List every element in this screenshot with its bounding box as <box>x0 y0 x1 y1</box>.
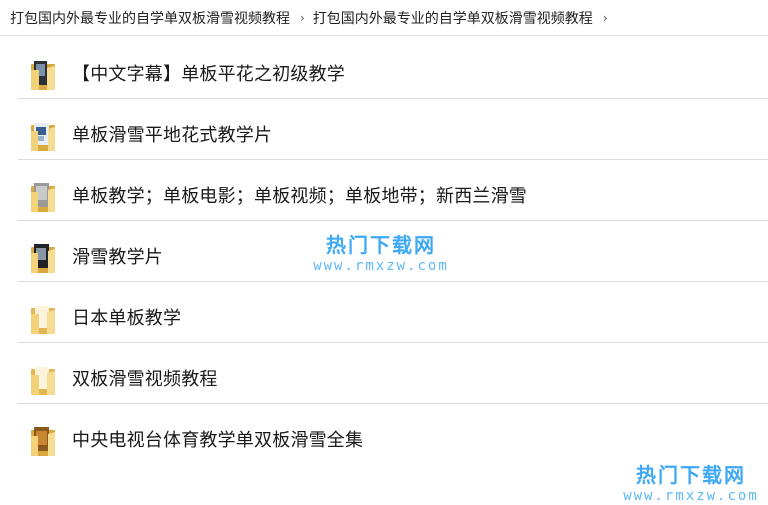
folder-item[interactable]: 滑雪教学片 <box>18 221 768 282</box>
folder-icon <box>31 306 55 334</box>
chevron-right-icon[interactable]: › <box>300 11 305 25</box>
watermark-url: www.rmxzw.com <box>623 488 759 504</box>
folder-with-video-preview-icon <box>31 244 55 273</box>
folder-name: 中央电视台体育教学单双板滑雪全集 <box>72 430 364 451</box>
folder-item[interactable]: 中央电视台体育教学单双板滑雪全集 <box>18 404 768 465</box>
folder-name: 日本单板教学 <box>72 308 182 329</box>
folder-with-video-preview-icon <box>31 183 55 212</box>
folder-name: 单板教学；单板电影；单板视频；单板地带；新西兰滑雪 <box>72 186 527 207</box>
folder-with-image-preview-icon <box>31 427 55 456</box>
folder-with-video-preview-icon <box>31 123 55 151</box>
folder-item[interactable]: 【中文字幕】单板平花之初级教学 <box>18 38 768 99</box>
folder-name: 单板滑雪平地花式教学片 <box>72 125 273 146</box>
breadcrumb-item-2[interactable]: 打包国内外最专业的自学单双板滑雪视频教程 <box>313 8 593 28</box>
folder-item[interactable]: 日本单板教学 <box>18 282 768 343</box>
folder-name: 滑雪教学片 <box>72 247 163 268</box>
folder-with-video-preview-icon <box>31 61 55 90</box>
folder-item[interactable]: 单板滑雪平地花式教学片 <box>18 99 768 160</box>
chevron-right-icon[interactable]: › <box>603 11 608 25</box>
folder-item[interactable]: 单板教学；单板电影；单板视频；单板地带；新西兰滑雪 <box>18 160 768 221</box>
folder-list: 【中文字幕】单板平花之初级教学 单板滑雪平地花式教学片 单板教学；单板电影；单板… <box>0 38 768 465</box>
folder-name: 双板滑雪视频教程 <box>72 369 218 390</box>
folder-item[interactable]: 双板滑雪视频教程 <box>18 343 768 404</box>
folder-icon <box>31 367 55 395</box>
breadcrumb: 打包国内外最专业的自学单双板滑雪视频教程 › 打包国内外最专业的自学单双板滑雪视… <box>0 0 768 36</box>
breadcrumb-item-1[interactable]: 打包国内外最专业的自学单双板滑雪视频教程 <box>10 8 290 28</box>
folder-name: 【中文字幕】单板平花之初级教学 <box>72 64 345 85</box>
watermark-corner: 热门下载网 www.rmxzw.com <box>616 459 766 504</box>
